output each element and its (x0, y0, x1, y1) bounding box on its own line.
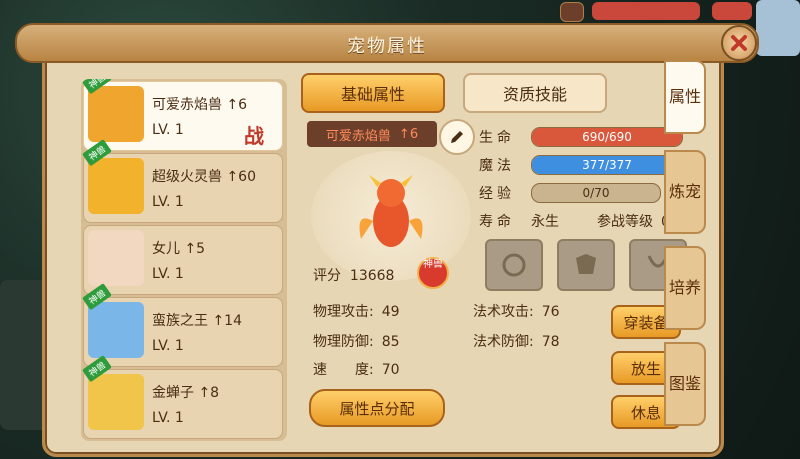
equip-slot-1[interactable] (485, 239, 543, 291)
exp-bar: 0/70 (531, 183, 661, 203)
rename-button[interactable] (439, 119, 475, 155)
pet-stars: ↑60 (226, 169, 256, 185)
pet-avatar (88, 302, 144, 358)
side-tab-codex[interactable]: 图鉴 (664, 342, 706, 426)
pet-level: LV. 1 (152, 266, 184, 282)
stat-speed: 速 度: 70 (313, 362, 400, 378)
armor-icon (576, 254, 596, 274)
allocate-points-button[interactable]: 属性点分配 (309, 389, 445, 427)
pet-name: 可爱赤焰兽 (152, 97, 222, 113)
pet-stars: ↑6 (226, 97, 248, 113)
pet-level: LV. 1 (152, 194, 184, 210)
pet-name: 蛮族之王 (152, 313, 208, 329)
exp-text: 0/70 (582, 186, 610, 200)
mp-bar: 377/377 (531, 155, 683, 175)
close-button[interactable] (721, 25, 757, 61)
hp-text: 690/690 (582, 130, 632, 144)
stat-mag-atk: 法术攻击: 76 (473, 304, 560, 320)
pet-attributes-window: 宠物属性 神兽 可爱赤焰兽 ↑6 LV. 1 战 神兽 超级火灵兽 ↑60 LV… (15, 23, 759, 457)
battle-badge: 战 (244, 124, 264, 148)
pet-list-item[interactable]: 神兽 蛮族之王 ↑14 LV. 1 (82, 283, 283, 367)
hud-icon (560, 2, 584, 22)
pet-list[interactable]: 神兽 可爱赤焰兽 ↑6 LV. 1 战 神兽 超级火灵兽 ↑60 LV. 1 女… (81, 79, 287, 441)
close-icon (731, 35, 747, 51)
pet-list-item[interactable]: 神兽 超级火灵兽 ↑60 LV. 1 (82, 139, 283, 223)
pencil-icon (451, 131, 463, 143)
title-bar: 宠物属性 (15, 23, 759, 63)
pet-stars: ↑14 (212, 313, 242, 329)
pet-level: LV. 1 (152, 122, 184, 138)
pet-stars: ↑5 (184, 241, 206, 257)
tab-aptitude-skills[interactable]: 资质技能 (463, 73, 607, 113)
pet-level: LV. 1 (152, 410, 184, 426)
hp-bar: 690/690 (531, 127, 683, 147)
battle-level: 参战等级0 (597, 214, 670, 230)
pet-stars: ↑8 (198, 385, 220, 401)
pet-list-item[interactable]: 神兽 金蝉子 ↑8 LV. 1 (82, 355, 283, 439)
mp-text: 377/377 (582, 158, 632, 172)
pet-name: 女儿 (152, 241, 180, 257)
player-portrait (756, 0, 800, 56)
pet-model-stage (311, 151, 471, 281)
stat-phys-def: 物理防御: 85 (313, 334, 400, 350)
side-tab-train[interactable]: 培养 (664, 246, 706, 330)
pet-level: LV. 1 (152, 338, 184, 354)
pet-name: 金蝉子 (152, 385, 194, 401)
divine-seal: 神兽 (417, 257, 449, 289)
side-tab-attributes[interactable]: 属性 (664, 60, 706, 134)
equip-slot-2[interactable] (557, 239, 615, 291)
pet-list-item[interactable]: 女儿 ↑5 LV. 1 (83, 225, 283, 295)
pet-list-item[interactable]: 神兽 可爱赤焰兽 ↑6 LV. 1 战 (82, 79, 283, 151)
score-label: 评分 (313, 268, 341, 284)
selected-pet-name: 可爱赤焰兽 (325, 128, 391, 144)
lifespan: 寿命 永生 (479, 214, 559, 230)
pet-sprite (359, 175, 423, 247)
exp-label: 经验 (479, 186, 515, 202)
hud-bar (712, 2, 752, 20)
stat-phys-atk: 物理攻击: 49 (313, 304, 400, 320)
hp-label: 生命 (479, 130, 515, 146)
hud-bar (592, 2, 700, 20)
window-title: 宠物属性 (347, 36, 427, 57)
score-value: 13668 (349, 268, 395, 284)
pet-avatar (88, 230, 144, 286)
selected-pet-name-box: 可爱赤焰兽 ↑6 (307, 121, 437, 147)
tab-basic-attributes[interactable]: 基础属性 (301, 73, 445, 113)
side-tab-refine[interactable]: 炼宠 (664, 150, 706, 234)
collar-icon (502, 253, 526, 277)
pet-avatar (88, 374, 144, 430)
mp-label: 魔法 (479, 158, 515, 174)
selected-pet-stars: ↑6 (398, 126, 419, 142)
stat-mag-def: 法术防御: 78 (473, 334, 560, 350)
pet-name: 超级火灵兽 (152, 169, 222, 185)
pet-avatar (88, 158, 144, 214)
pet-avatar (88, 86, 144, 142)
